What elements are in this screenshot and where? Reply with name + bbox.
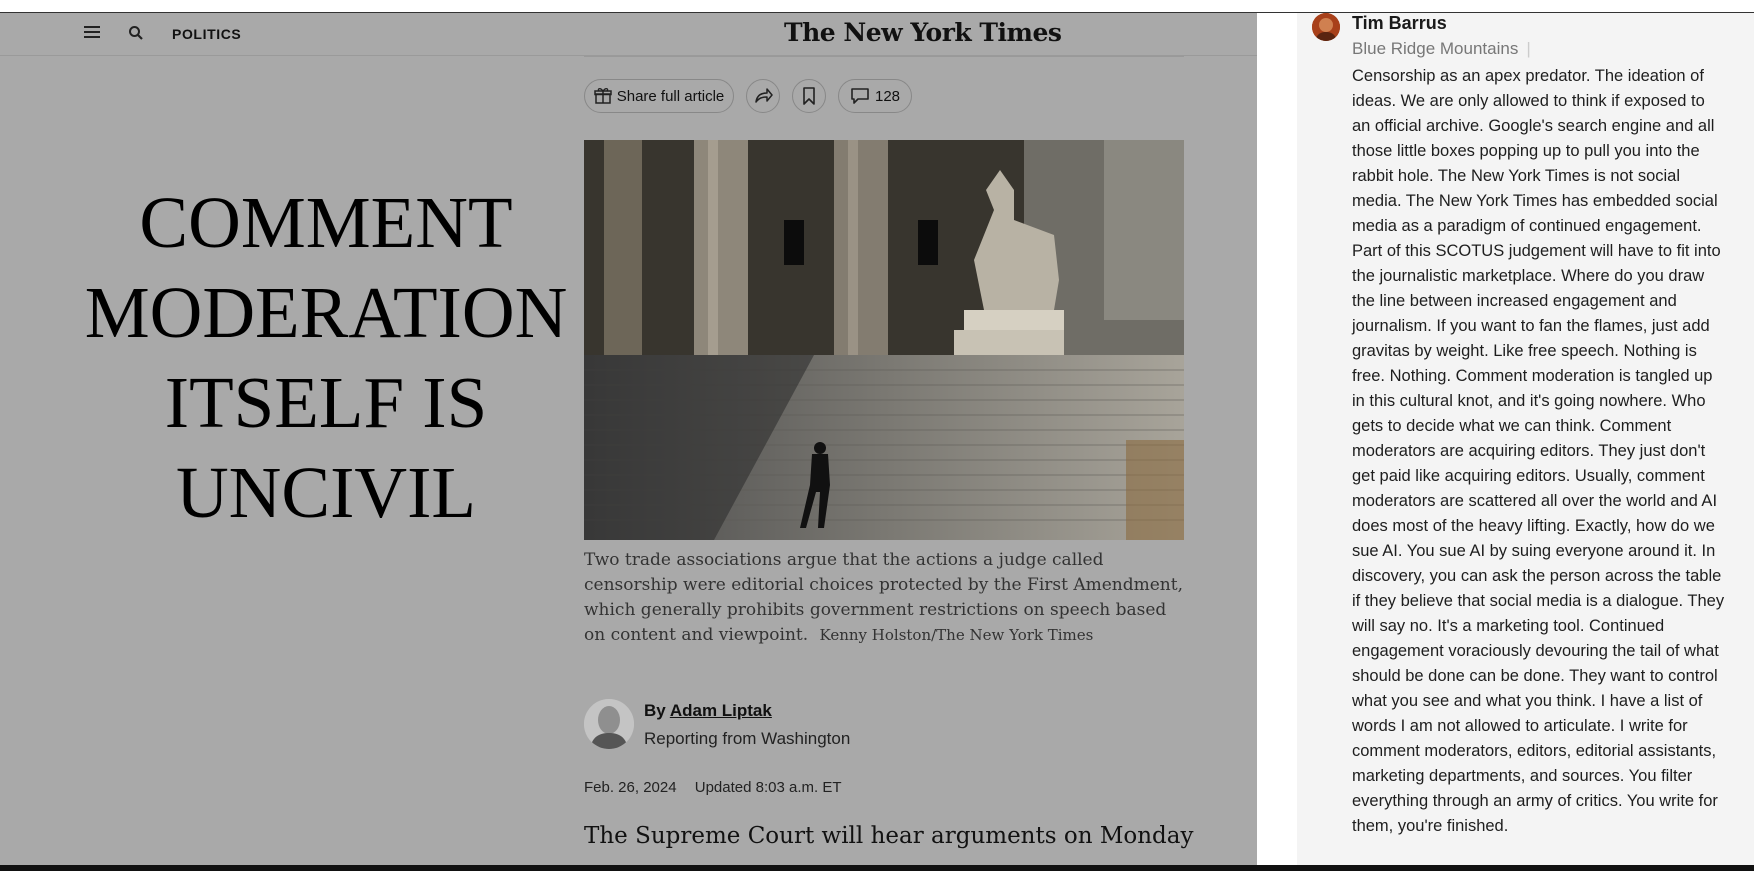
hero-photo bbox=[584, 140, 1184, 540]
comments-button[interactable]: 128 bbox=[838, 79, 912, 113]
updated-time: Updated 8:03 a.m. ET bbox=[694, 779, 842, 796]
overlay-line: UNCIVIL bbox=[175, 452, 477, 533]
search-icon[interactable] bbox=[128, 25, 144, 41]
share-full-article-button[interactable]: Share full article bbox=[584, 79, 734, 113]
byline-author: By Adam Liptak bbox=[644, 701, 772, 721]
overlay-line: MODERATION bbox=[84, 272, 568, 353]
comments-panel: Tim Barrus Blue Ridge Mountains | Censors… bbox=[1257, 13, 1754, 865]
bookmark-icon bbox=[802, 87, 816, 105]
header-divider bbox=[584, 56, 1184, 57]
overlay-line: COMMENT bbox=[139, 182, 513, 263]
masthead-logo[interactable]: The New York Times bbox=[784, 18, 1062, 47]
commenter-location: Blue Ridge Mountains | bbox=[1352, 39, 1531, 59]
menu-icon[interactable] bbox=[84, 26, 102, 42]
site-header: POLITICS The New York Times bbox=[0, 13, 1257, 56]
panel-left-strip bbox=[1257, 13, 1297, 865]
article-lead-paragraph: The Supreme Court will hear arguments on… bbox=[584, 823, 1194, 849]
comment-count: 128 bbox=[874, 87, 901, 105]
gift-icon bbox=[593, 87, 612, 105]
share-arrow-icon bbox=[753, 87, 773, 105]
published-date: Feb. 26, 2024 bbox=[584, 779, 677, 796]
overlay-headline: COMMENT MODERATION ITSELF IS UNCIVIL bbox=[62, 178, 590, 538]
browser-top-edge bbox=[0, 0, 1754, 13]
commenter-location-text: Blue Ridge Mountains bbox=[1352, 39, 1519, 58]
article-page: POLITICS The New York Times Share full a… bbox=[0, 13, 1257, 865]
article-dates: Feb. 26, 2024 Updated 8:03 a.m. ET bbox=[584, 779, 842, 796]
bottom-status-bar bbox=[0, 865, 1754, 871]
commenter-name[interactable]: Tim Barrus bbox=[1352, 13, 1447, 34]
photo-credit: Kenny Holston/The New York Times bbox=[819, 626, 1094, 644]
location-separator: | bbox=[1526, 39, 1531, 58]
author-avatar bbox=[584, 699, 634, 749]
comment-body: Censorship as an apex predator. The idea… bbox=[1352, 67, 1725, 835]
comment-bubble-icon bbox=[850, 87, 870, 105]
share-full-article-label: Share full article bbox=[616, 87, 725, 105]
section-label[interactable]: POLITICS bbox=[172, 26, 241, 42]
save-button[interactable] bbox=[792, 79, 826, 113]
photo-caption: Two trade associations argue that the ac… bbox=[584, 548, 1184, 648]
reporting-location: Reporting from Washington bbox=[644, 729, 851, 748]
author-link[interactable]: Adam Liptak bbox=[670, 701, 772, 720]
commenter-avatar[interactable] bbox=[1312, 13, 1340, 41]
byline-prefix: By bbox=[644, 701, 666, 720]
overlay-line: ITSELF IS bbox=[164, 362, 488, 443]
share-button[interactable] bbox=[746, 79, 780, 113]
